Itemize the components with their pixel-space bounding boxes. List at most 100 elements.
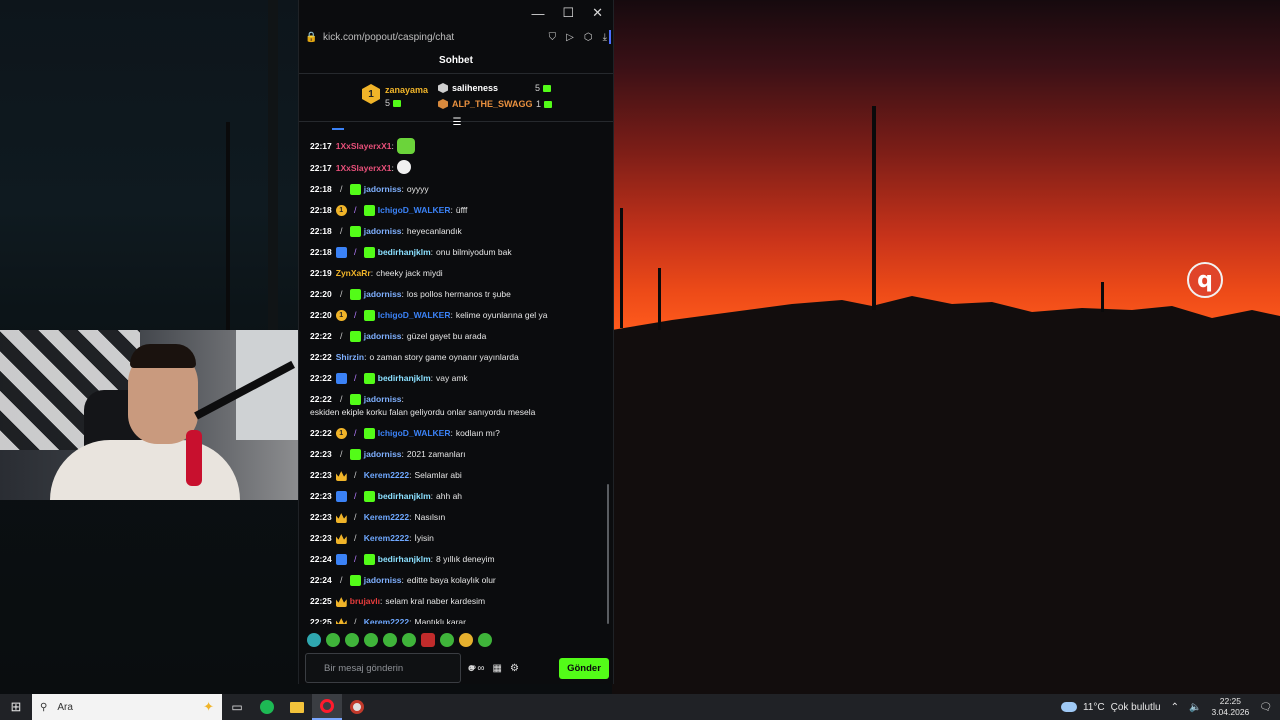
- opera-gx-icon[interactable]: [312, 694, 342, 720]
- emote-icon[interactable]: [421, 633, 435, 647]
- message-separator: :: [370, 268, 374, 278]
- chat-title: Sohbet: [299, 48, 613, 74]
- message-text: heyecanlandık: [406, 226, 462, 236]
- weather-widget[interactable]: 11°C Çok bulutlu: [1060, 701, 1161, 713]
- gear-icon[interactable]: ⚙: [510, 663, 519, 674]
- link-chain-icon[interactable]: ⚭∞: [469, 663, 485, 674]
- message-username[interactable]: Kerem2222: [364, 511, 409, 524]
- speaker-icon[interactable]: 🔈: [1189, 702, 1201, 713]
- message-timestamp: 22:20: [310, 289, 332, 299]
- gift-icon: [544, 101, 553, 109]
- message-separator: :: [391, 163, 394, 173]
- message-username[interactable]: jadorniss: [364, 448, 402, 461]
- chat-message: 22:19 ZynXaRr: cheeky jack miydi: [310, 263, 609, 284]
- message-username[interactable]: IchigoD_WALKER: [378, 309, 451, 322]
- windows-start-icon[interactable]: ⊞: [0, 694, 32, 720]
- message-separator: :: [450, 428, 453, 438]
- message-timestamp: 22:22: [310, 331, 332, 341]
- message-username[interactable]: bedirhanjklm: [378, 372, 431, 385]
- message-timestamp: 22:18: [310, 205, 332, 215]
- message-username[interactable]: Kerem2222: [364, 616, 409, 624]
- emote-icon[interactable]: [345, 633, 359, 647]
- chat-message: 22:20 / jadorniss: los pollos hermanos tr ş…: [310, 284, 609, 305]
- message-text: İyisin: [414, 533, 434, 543]
- message-username[interactable]: bedirhanjklm: [378, 553, 431, 566]
- chat-message: 22:20 1 / IchigoD_WALKER: kelime oyunlarına …: [310, 305, 609, 326]
- mountain-silhouette: [612, 290, 1280, 694]
- message-text: oyyyy: [406, 184, 429, 194]
- emote-icon[interactable]: [307, 633, 321, 647]
- chat-message-input[interactable]: [324, 662, 456, 674]
- sunset-sky: [612, 0, 1280, 330]
- emote-icon[interactable]: [364, 633, 378, 647]
- leader-name[interactable]: saliheness: [452, 83, 498, 93]
- task-view-icon[interactable]: ▭: [222, 694, 252, 720]
- send-icon[interactable]: ▷: [566, 32, 574, 43]
- taskbar-search[interactable]: ⚲ Ara ✦: [32, 694, 222, 720]
- lock-icon: 🔒: [305, 31, 318, 43]
- chat-message: 22:24 / bedirhanjklm:8 yıllık deneyim: [310, 549, 609, 570]
- emote-icon[interactable]: [478, 633, 492, 647]
- message-text: güzel gayet bu arada: [406, 331, 487, 341]
- emote-icon[interactable]: [459, 633, 473, 647]
- message-username[interactable]: Kerem2222: [364, 532, 409, 545]
- street-lamp: [620, 208, 623, 328]
- message-username[interactable]: jadorniss: [364, 183, 402, 196]
- shield-icon[interactable]: ⛉: [549, 32, 557, 43]
- message-username[interactable]: jadorniss: [364, 225, 402, 238]
- message-text: Nasılsın: [414, 512, 446, 522]
- message-username[interactable]: bedirhanjklm: [378, 490, 431, 503]
- message-timestamp: 22:22: [310, 394, 332, 404]
- vip-badge-icon: [335, 554, 347, 565]
- chat-message: 22:22 1 / IchigoD_WALKER: kodlaın mı?: [310, 423, 609, 444]
- message-timestamp: 22:23: [310, 533, 332, 543]
- chevron-up-icon[interactable]: ⌃: [1171, 702, 1179, 713]
- collapse-toggle-icon[interactable]: ☰: [451, 118, 463, 128]
- emote-icon[interactable]: [402, 633, 416, 647]
- message-username[interactable]: Shirzin: [336, 351, 364, 364]
- chat-scrollbar[interactable]: [607, 484, 609, 624]
- emote-icon[interactable]: [383, 633, 397, 647]
- message-username[interactable]: jadorniss: [364, 393, 402, 406]
- message-username[interactable]: jadorniss: [364, 288, 402, 301]
- message-username[interactable]: Kerem2222: [364, 469, 409, 482]
- copilot-sparkle-icon[interactable]: ✦: [203, 699, 214, 715]
- chrome-icon[interactable]: [342, 694, 372, 720]
- url-text[interactable]: kick.com/popout/casping/chat: [323, 32, 541, 43]
- gift-shop-icon[interactable]: ▦: [493, 663, 502, 674]
- emote-icon[interactable]: [326, 633, 340, 647]
- message-username[interactable]: IchigoD_WALKER: [378, 427, 451, 440]
- message-username[interactable]: ZynXaRr: [336, 267, 371, 280]
- message-username[interactable]: 1XxSlayerxX1: [336, 162, 392, 175]
- clock-date: 3.04.2026: [1211, 707, 1250, 717]
- notification-icon[interactable]: 🗨: [1259, 702, 1272, 713]
- message-username[interactable]: brujavlı: [350, 595, 380, 608]
- clock-time: 22:25: [1219, 696, 1242, 706]
- minimize-icon[interactable]: —: [531, 6, 544, 21]
- message-text: Selamlar abi: [414, 470, 462, 480]
- taskbar-clock[interactable]: 22:25 3.04.2026: [1211, 696, 1249, 718]
- message-username[interactable]: jadorniss: [364, 330, 402, 343]
- leader-name[interactable]: ALP_THE_SWAGG: [452, 99, 533, 109]
- close-icon[interactable]: ✕: [592, 5, 603, 21]
- download-icon[interactable]: ⤓: [603, 32, 607, 43]
- leader-name[interactable]: zanayama: [385, 85, 428, 95]
- message-text: editte baya kolaylık olur: [406, 575, 496, 585]
- message-username[interactable]: jadorniss: [364, 574, 402, 587]
- message-username[interactable]: IchigoD_WALKER: [378, 204, 451, 217]
- send-button[interactable]: Gönder: [559, 657, 609, 679]
- message-username[interactable]: 1XxSlayerxX1: [336, 140, 392, 153]
- message-username[interactable]: bedirhanjklm: [378, 246, 431, 259]
- street-lamp: [658, 268, 661, 330]
- chat-emote-icon[interactable]: [396, 160, 411, 174]
- spotify-icon[interactable]: [252, 694, 282, 720]
- extensions-icon[interactable]: ⬡: [584, 32, 593, 43]
- chat-emote-icon[interactable]: [396, 138, 415, 154]
- bronze-rank-icon: [438, 99, 448, 109]
- maximize-icon[interactable]: ☐: [562, 5, 574, 21]
- emote-icon[interactable]: [440, 633, 454, 647]
- file-explorer-icon[interactable]: [282, 694, 312, 720]
- chat-message: 22:23 / jadorniss:2021 zamanları: [310, 444, 609, 465]
- sub-tenure-badge-icon: /: [353, 310, 357, 320]
- weather-desc: Çok bulutlu: [1110, 701, 1161, 713]
